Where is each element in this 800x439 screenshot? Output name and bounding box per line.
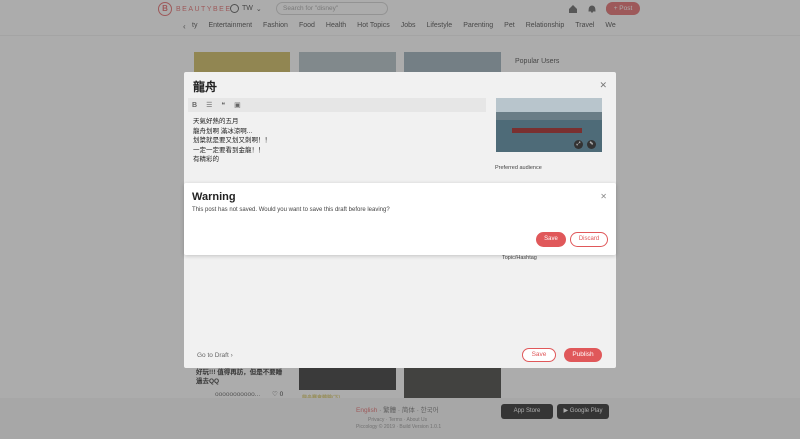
bold-icon[interactable]: B (192, 102, 197, 109)
editor-toolbar: B ☰ ❝ ▣ (188, 98, 486, 112)
body-line: 天氣好熱的五月 (193, 118, 239, 125)
warning-message: This post has not saved. Would you want … (192, 207, 390, 213)
thumbnail-boat (512, 128, 582, 133)
thumbnail-water (496, 120, 602, 152)
warning-title: Warning (192, 191, 236, 203)
warning-discard-button[interactable]: Discard (570, 232, 608, 247)
go-to-draft-label: Go to Draft (197, 352, 229, 359)
expand-icon[interactable]: ⤢ (574, 140, 583, 149)
preferred-audience-label: Preferred audience (495, 165, 542, 171)
thumbnail-sky (496, 98, 602, 112)
chevron-right-icon: › (228, 352, 233, 359)
body-line: 划槳就是要又划又刺啊！！ (193, 137, 271, 144)
body-line: 有精彩的 (193, 156, 219, 163)
warning-save-button[interactable]: Save (536, 232, 566, 247)
close-icon[interactable]: ✕ (600, 192, 607, 201)
unsaved-warning-dialog: Warning ✕ This post has not saved. Would… (184, 183, 616, 255)
post-body-editor[interactable]: 天氣好熱的五月 龍舟划啊 滿冰涼啊... 划槳就是要又划又刺啊！！ 一定一定要看… (193, 117, 271, 165)
list-icon[interactable]: ☰ (206, 101, 212, 109)
body-line: 龍舟划啊 滿冰涼啊... (193, 127, 253, 135)
post-title[interactable]: 龍舟 (193, 78, 217, 95)
publish-button[interactable]: Publish (564, 348, 602, 362)
body-line: 一定一定要看到金龍！！ (193, 146, 265, 154)
image-icon[interactable]: ▣ (234, 101, 241, 109)
editor-save-button[interactable]: Save (522, 348, 556, 362)
cover-image-thumbnail: ⤢ ✎ (496, 98, 602, 152)
quote-icon[interactable]: ❝ (221, 101, 225, 109)
topic-hashtag-label[interactable]: Topic/Hashtag (502, 255, 537, 261)
go-to-draft-link[interactable]: Go to Draft › (197, 352, 233, 359)
close-icon[interactable]: ✕ (599, 80, 607, 91)
edit-icon[interactable]: ✎ (587, 140, 596, 149)
